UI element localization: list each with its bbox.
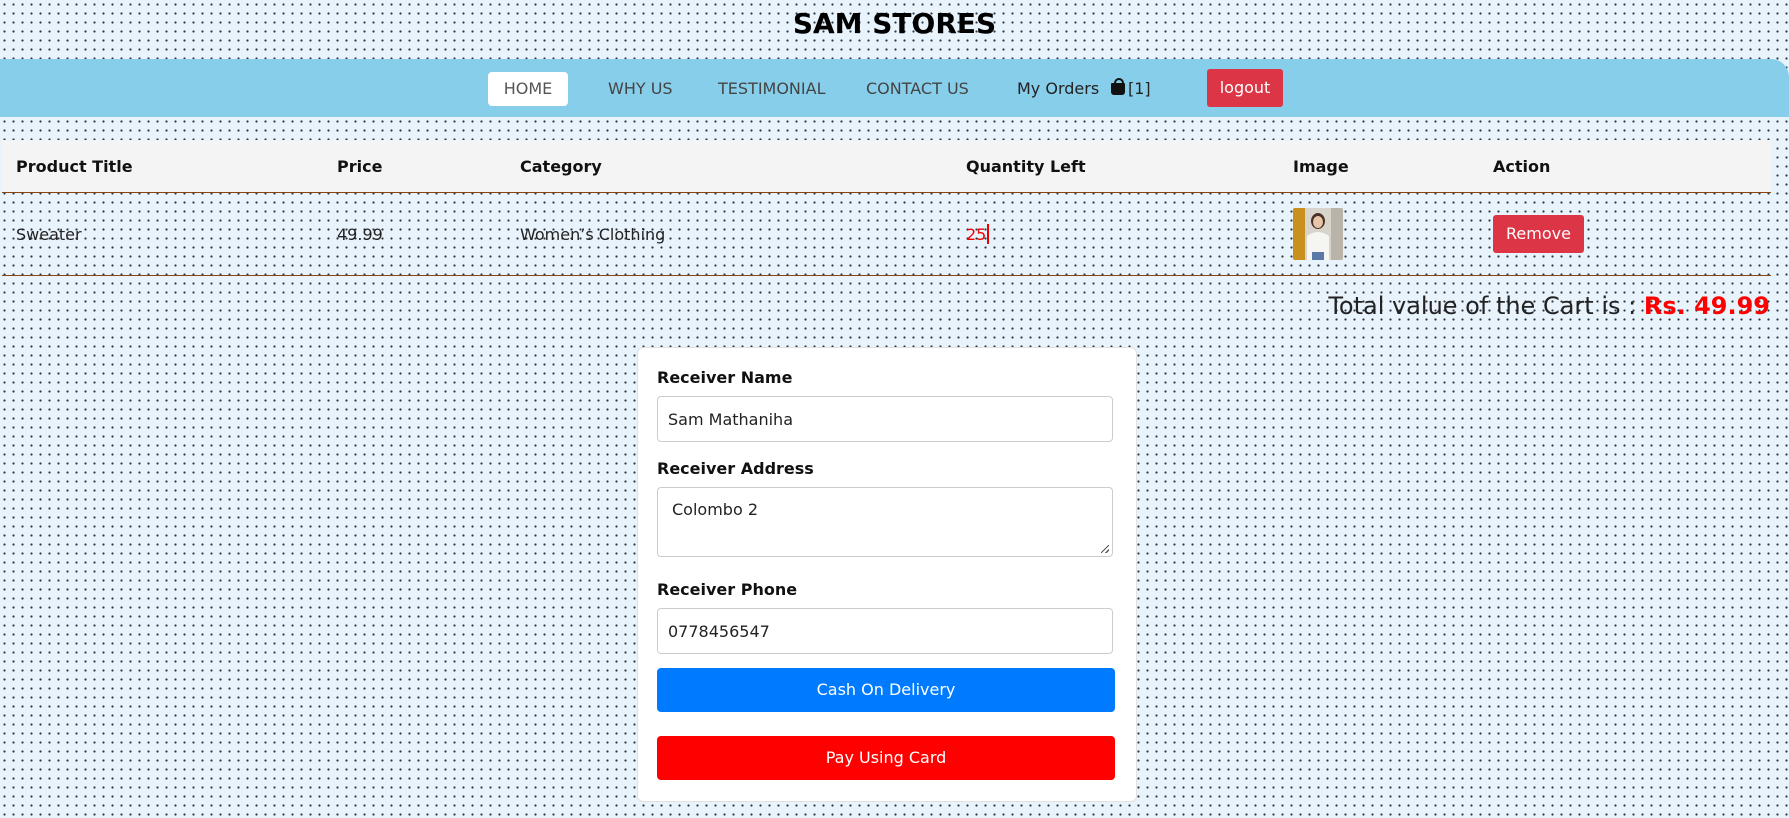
cart-total-amount: Rs. 49.99 <box>1643 292 1770 320</box>
pay-using-card-button[interactable]: Pay Using Card <box>657 736 1115 780</box>
checkout-form: Receiver Name Receiver Address Colombo 2… <box>637 347 1137 802</box>
product-thumbnail <box>1293 208 1343 260</box>
nav-cart[interactable]: [1] <box>1099 72 1163 106</box>
receiver-address-wrapper: Colombo 2 <box>657 487 1113 557</box>
nav-contact-us[interactable]: CONTACT US <box>842 72 993 106</box>
cart-count: [1] <box>1128 79 1151 98</box>
receiver-address-input[interactable]: Colombo 2 <box>657 487 1113 557</box>
cart-table: Product Title Price Category Quantity Le… <box>2 140 1771 276</box>
cell-product-title: Sweater <box>2 192 323 276</box>
column-header-image: Image <box>1279 140 1479 193</box>
navbar: HOME WHY US TESTIMONIAL CONTACT US My Or… <box>0 59 1789 117</box>
cash-on-delivery-button[interactable]: Cash On Delivery <box>657 668 1115 712</box>
nav-home[interactable]: HOME <box>488 72 568 106</box>
cell-image <box>1279 192 1479 276</box>
text-caret <box>987 224 990 244</box>
table-header-row: Product Title Price Category Quantity Le… <box>2 140 1771 193</box>
nav-testimonial[interactable]: TESTIMONIAL <box>694 72 849 106</box>
resize-handle-icon[interactable] <box>1101 545 1109 553</box>
column-header-price: Price <box>323 140 506 193</box>
cell-price: 49.99 <box>323 192 506 276</box>
cell-category: Women’s Clothing <box>506 192 952 276</box>
quantity-value[interactable]: 25 <box>966 225 986 244</box>
cart-total-label: Total value of the Cart is : <box>1328 292 1644 320</box>
site-title: SAM STORES <box>792 7 997 40</box>
shopping-bag-icon <box>1111 78 1125 95</box>
receiver-phone-label: Receiver Phone <box>657 580 798 599</box>
receiver-name-input[interactable] <box>657 396 1113 442</box>
column-header-quantity-left: Quantity Left <box>952 140 1279 193</box>
logout-button[interactable]: logout <box>1207 69 1283 107</box>
receiver-name-label: Receiver Name <box>657 368 793 387</box>
table-row: Sweater 49.99 Women’s Clothing 25 Remove <box>2 192 1771 276</box>
column-header-product-title: Product Title <box>2 140 323 193</box>
cell-action: Remove <box>1479 192 1771 276</box>
remove-button[interactable]: Remove <box>1493 215 1584 253</box>
cart-total: Total value of the Cart is : Rs. 49.99 <box>1328 292 1770 320</box>
nav-why-us[interactable]: WHY US <box>584 72 697 106</box>
column-header-category: Category <box>506 140 952 193</box>
cell-quantity-left[interactable]: 25 <box>952 192 1279 276</box>
column-header-action: Action <box>1479 140 1771 193</box>
receiver-phone-input[interactable] <box>657 608 1113 654</box>
receiver-address-label: Receiver Address <box>657 459 814 478</box>
